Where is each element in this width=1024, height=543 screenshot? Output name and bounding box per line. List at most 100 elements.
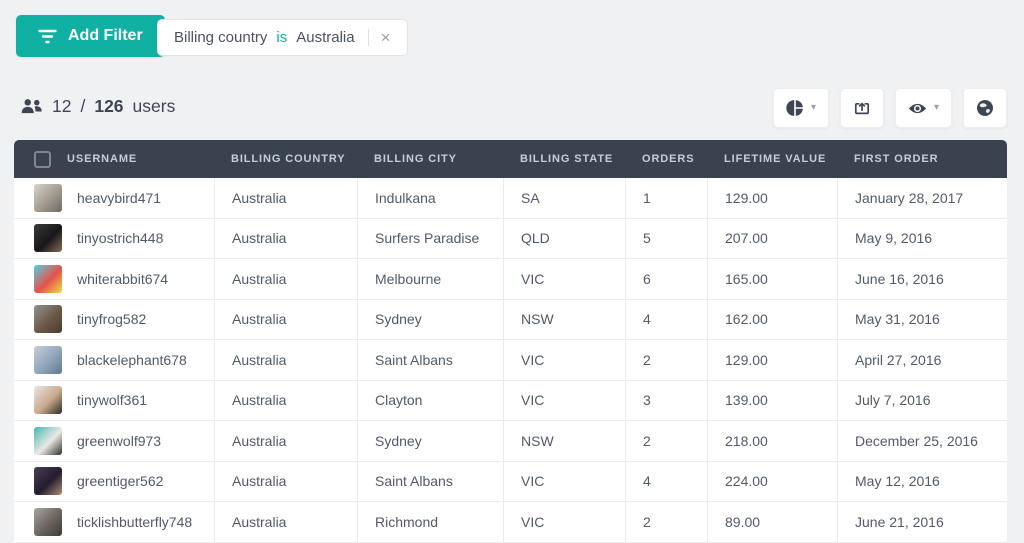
lifetime-value-cell: 139.00	[707, 380, 837, 421]
billing-country-cell: Australia	[214, 461, 357, 502]
add-filter-button[interactable]: Add Filter	[16, 15, 165, 57]
chevron-down-icon: ▾	[933, 102, 939, 113]
column-header-billing-state[interactable]: BILLING STATE	[503, 140, 625, 178]
table-row[interactable]: heavybird471 Australia Indulkana SA 1 12…	[14, 178, 1007, 219]
billing-country-cell: Australia	[214, 380, 357, 421]
add-filter-label: Add Filter	[68, 27, 143, 44]
users-label: users	[132, 96, 176, 116]
username-cell: whiterabbit674	[77, 270, 169, 287]
table-row[interactable]: ticklishbutterfly748 Australia Richmond …	[14, 502, 1007, 543]
avatar	[34, 183, 62, 212]
orders-cell: 2	[625, 340, 707, 381]
chevron-down-icon: ▾	[810, 102, 816, 113]
total-count: 126	[94, 96, 124, 116]
avatar	[34, 305, 62, 334]
billing-country-cell: Australia	[214, 421, 357, 462]
table-row[interactable]: blackelephant678 Australia Saint Albans …	[14, 340, 1007, 381]
orders-cell: 4	[625, 461, 707, 502]
username-cell: heavybird471	[77, 189, 162, 206]
billing-country-cell: Australia	[214, 178, 357, 219]
table-row[interactable]: greenwolf973 Australia Sydney NSW 2 218.…	[14, 421, 1007, 462]
orders-cell: 5	[625, 218, 707, 259]
lifetime-value-cell: 129.00	[707, 340, 837, 381]
billing-state-cell: VIC	[503, 461, 625, 502]
billing-city-cell: Saint Albans	[357, 461, 503, 502]
billing-city-cell: Indulkana	[357, 178, 503, 219]
users-count-summary: 12 / 126 users	[20, 96, 175, 117]
username-cell: tinyostrich448	[77, 230, 164, 247]
avatar	[34, 386, 62, 415]
username-cell: greentiger562	[77, 473, 164, 490]
pie-chart-icon	[786, 99, 804, 117]
orders-cell: 6	[625, 259, 707, 300]
column-header-label: USERNAME	[67, 153, 138, 165]
lifetime-value-cell: 207.00	[707, 218, 837, 259]
filter-chip[interactable]: Billing country is Australia ×	[157, 19, 408, 56]
billing-city-cell: Sydney	[357, 421, 503, 462]
funnel-lines-icon	[38, 29, 57, 44]
count-separator: /	[80, 96, 86, 116]
orders-cell: 2	[625, 502, 707, 543]
filter-field: Billing country	[174, 29, 268, 46]
username-cell: greenwolf973	[77, 432, 162, 449]
table-header-row: USERNAME BILLING COUNTRY BILLING CITY BI…	[14, 140, 1007, 178]
billing-country-cell: Australia	[214, 299, 357, 340]
column-header-lifetime-value[interactable]: LIFETIME VALUE	[707, 140, 837, 178]
column-header-first-order[interactable]: FIRST ORDER	[837, 140, 1007, 178]
users-table: USERNAME BILLING COUNTRY BILLING CITY BI…	[14, 140, 1007, 543]
select-all-checkbox[interactable]	[34, 150, 51, 168]
column-header-billing-city[interactable]: BILLING CITY	[357, 140, 503, 178]
filter-value: Australia	[296, 29, 355, 46]
first-order-cell: April 27, 2016	[837, 340, 1007, 381]
first-order-cell: May 31, 2016	[837, 299, 1007, 340]
export-icon	[853, 99, 871, 117]
filter-operator: is	[276, 29, 288, 46]
table-row[interactable]: tinywolf361 Australia Clayton VIC 3 139.…	[14, 380, 1007, 421]
username-cell: tinyfrog582	[77, 311, 147, 328]
table-row[interactable]: tinyfrog582 Australia Sydney NSW 4 162.0…	[14, 299, 1007, 340]
billing-city-cell: Surfers Paradise	[357, 218, 503, 259]
lifetime-value-cell: 129.00	[707, 178, 837, 219]
avatar	[34, 426, 62, 455]
table-row[interactable]: whiterabbit674 Australia Melbourne VIC 6…	[14, 259, 1007, 300]
billing-state-cell: VIC	[503, 502, 625, 543]
chart-reports-button[interactable]: ▾	[772, 88, 829, 128]
avatar	[34, 224, 62, 253]
username-cell: ticklishbutterfly748	[77, 513, 193, 530]
billing-city-cell: Sydney	[357, 299, 503, 340]
first-order-cell: June 16, 2016	[837, 259, 1007, 300]
first-order-cell: January 28, 2017	[837, 178, 1007, 219]
table-row[interactable]: tinyostrich448 Australia Surfers Paradis…	[14, 218, 1007, 259]
billing-city-cell: Melbourne	[357, 259, 503, 300]
table-body: heavybird471 Australia Indulkana SA 1 12…	[14, 178, 1007, 543]
billing-country-cell: Australia	[214, 502, 357, 543]
billing-country-cell: Australia	[214, 340, 357, 381]
first-order-cell: May 9, 2016	[837, 218, 1007, 259]
orders-cell: 2	[625, 421, 707, 462]
column-header-username[interactable]: USERNAME	[14, 140, 214, 178]
lifetime-value-cell: 224.00	[707, 461, 837, 502]
billing-state-cell: SA	[503, 178, 625, 219]
geolocation-button[interactable]	[963, 88, 1007, 128]
table-row[interactable]: greentiger562 Australia Saint Albans VIC…	[14, 461, 1007, 502]
users-group-icon	[20, 98, 43, 115]
remove-filter-button[interactable]: ×	[378, 27, 394, 48]
column-header-billing-country[interactable]: BILLING COUNTRY	[214, 140, 357, 178]
username-cell: tinywolf361	[77, 392, 148, 409]
column-header-orders[interactable]: ORDERS	[625, 140, 707, 178]
export-button[interactable]	[839, 88, 884, 128]
avatar	[34, 264, 62, 293]
billing-city-cell: Richmond	[357, 502, 503, 543]
lifetime-value-cell: 218.00	[707, 421, 837, 462]
first-order-cell: June 21, 2016	[837, 502, 1007, 543]
table-toolbar: ▾ ▾	[772, 88, 1007, 128]
billing-state-cell: VIC	[503, 380, 625, 421]
billing-state-cell: QLD	[503, 218, 625, 259]
billing-state-cell: NSW	[503, 421, 625, 462]
avatar	[34, 345, 62, 374]
orders-cell: 3	[625, 380, 707, 421]
avatar	[34, 507, 62, 536]
lifetime-value-cell: 162.00	[707, 299, 837, 340]
avatar	[34, 467, 62, 496]
column-visibility-button[interactable]: ▾	[894, 88, 952, 128]
